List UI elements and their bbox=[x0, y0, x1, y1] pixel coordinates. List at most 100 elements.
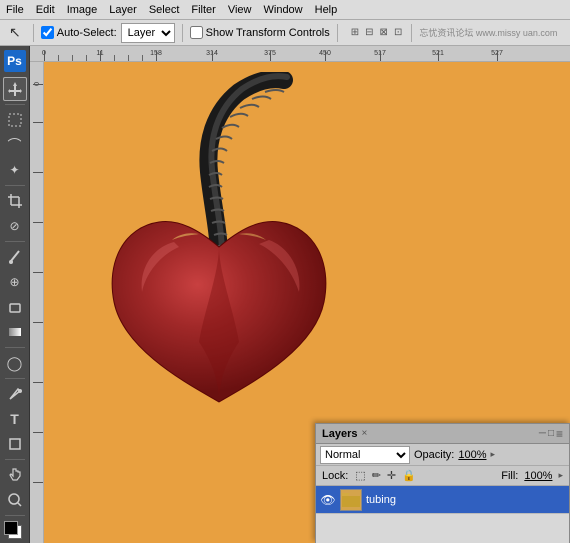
vtick-160 bbox=[33, 222, 43, 223]
dodge-icon: ◯ bbox=[7, 355, 23, 372]
htick-11 bbox=[100, 51, 101, 61]
layer-row-tubing[interactable]: 👁 tubing bbox=[316, 486, 569, 514]
htick-158 bbox=[156, 51, 157, 61]
blend-mode-select[interactable]: Normal Dissolve Darken Multiply bbox=[320, 446, 410, 464]
htick-0 bbox=[44, 51, 45, 61]
fill-value[interactable]: 100% bbox=[524, 470, 552, 482]
layer-eye-tubing[interactable]: 👁 bbox=[320, 492, 336, 508]
menu-image[interactable]: Image bbox=[61, 2, 104, 18]
auto-select-text: Auto-Select: bbox=[57, 27, 117, 39]
text-icon: T bbox=[10, 411, 19, 427]
vtick-60 bbox=[33, 122, 43, 123]
heart-shape bbox=[104, 192, 334, 422]
toolbar-divider-4 bbox=[411, 24, 412, 42]
menu-file[interactable]: File bbox=[0, 2, 30, 18]
vtick-0 bbox=[33, 84, 43, 85]
lock-icons: ⬚ ✏ ✛ 🔒 bbox=[354, 469, 417, 482]
eyedropper-tool[interactable]: ⊘ bbox=[3, 214, 27, 238]
menu-edit[interactable]: Edit bbox=[30, 2, 61, 18]
panel-collapse-icon[interactable]: ─ bbox=[539, 428, 546, 439]
toolbar-divider-3 bbox=[337, 24, 338, 42]
menu-bar: File Edit Image Layer Select Filter View… bbox=[0, 0, 570, 20]
canvas-area[interactable]: 0 11 158 314 375 450 517 521 527 bbox=[30, 46, 570, 543]
zoom-tool[interactable] bbox=[3, 488, 27, 512]
tool-sep-7 bbox=[5, 515, 25, 516]
move-tool-btn[interactable]: ↖ bbox=[4, 21, 26, 44]
shape-icon bbox=[7, 436, 23, 452]
layers-list: 👁 tubing bbox=[316, 486, 569, 543]
dodge-tool[interactable]: ◯ bbox=[3, 351, 27, 375]
htick-314 bbox=[212, 51, 213, 61]
eraser-tool[interactable] bbox=[3, 295, 27, 319]
menu-filter[interactable]: Filter bbox=[185, 2, 221, 18]
gradient-tool[interactable] bbox=[3, 320, 27, 344]
auto-select-checkbox[interactable] bbox=[41, 26, 54, 39]
canvas-content: Layers × ─ □ ≡ Normal Dissolve Darken bbox=[44, 62, 570, 543]
toolbar-divider-2 bbox=[182, 24, 183, 42]
toolbar-divider-1 bbox=[33, 24, 34, 42]
layers-lock-row: Lock: ⬚ ✏ ✛ 🔒 Fill: 100% ▸ bbox=[316, 466, 569, 486]
lock-label: Lock: bbox=[322, 470, 348, 482]
left-toolbar: Ps ⌒ ✦ ⊘ bbox=[0, 46, 30, 543]
crop-tool[interactable] bbox=[3, 189, 27, 213]
clone-stamp-tool[interactable]: ⊕ bbox=[3, 270, 27, 294]
menu-help[interactable]: Help bbox=[309, 2, 344, 18]
tool-sep-6 bbox=[5, 459, 25, 460]
menu-layer[interactable]: Layer bbox=[103, 2, 143, 18]
layers-panel-header: Layers × ─ □ ≡ bbox=[316, 424, 569, 444]
layers-panel-x[interactable]: × bbox=[361, 428, 367, 439]
eyedropper-icon: ⊘ bbox=[9, 219, 19, 233]
lock-image-btn[interactable]: ✏ bbox=[371, 469, 382, 482]
shape-tool[interactable] bbox=[3, 432, 27, 456]
menu-view[interactable]: View bbox=[222, 2, 258, 18]
tool-sep-2 bbox=[5, 185, 25, 186]
marquee-icon bbox=[7, 112, 23, 128]
pen-tool[interactable] bbox=[3, 382, 27, 406]
hand-icon bbox=[7, 467, 23, 483]
htick-375 bbox=[270, 51, 271, 61]
opacity-value[interactable]: 100% bbox=[458, 449, 486, 461]
eraser-icon bbox=[7, 299, 23, 315]
menu-select[interactable]: Select bbox=[143, 2, 186, 18]
opacity-arrow[interactable]: ▸ bbox=[491, 449, 496, 460]
transform-icon-4: ⊡ bbox=[392, 26, 404, 39]
gradient-icon bbox=[7, 324, 23, 340]
lasso-icon: ⌒ bbox=[8, 135, 22, 155]
show-transform-checkbox[interactable] bbox=[190, 26, 203, 39]
show-transform-text: Show Transform Controls bbox=[206, 27, 330, 39]
vtick-210 bbox=[33, 272, 43, 273]
magic-wand-tool[interactable]: ✦ bbox=[3, 158, 27, 182]
brush-icon bbox=[7, 249, 23, 265]
move-tool[interactable] bbox=[3, 77, 27, 101]
lock-transparent-btn[interactable]: ⬚ bbox=[354, 469, 366, 482]
panel-menu-icon[interactable]: ≡ bbox=[556, 427, 563, 441]
vtick-110 bbox=[33, 172, 43, 173]
htick-450 bbox=[325, 51, 326, 61]
color-selector[interactable] bbox=[4, 521, 26, 543]
pen-icon bbox=[7, 386, 23, 402]
vtick-320 bbox=[33, 382, 43, 383]
panel-header-icons: ─ □ ≡ bbox=[539, 427, 563, 441]
layer-select[interactable]: Layer bbox=[121, 23, 175, 43]
transform-icons: ⊞ ⊟ ⊠ ⊡ bbox=[349, 26, 405, 39]
panel-expand-icon[interactable]: □ bbox=[548, 428, 554, 439]
auto-select-label[interactable]: Auto-Select: bbox=[41, 26, 117, 39]
hand-tool[interactable] bbox=[3, 463, 27, 487]
text-tool[interactable]: T bbox=[3, 407, 27, 431]
brush-tool[interactable] bbox=[3, 245, 27, 269]
lock-all-btn[interactable]: 🔒 bbox=[401, 469, 417, 482]
watermark-text: 忘忧资讯论坛 www.missy uan.com bbox=[419, 26, 557, 39]
menu-window[interactable]: Window bbox=[258, 2, 309, 18]
show-transform-label[interactable]: Show Transform Controls bbox=[190, 26, 330, 39]
main-area: Ps ⌒ ✦ ⊘ bbox=[0, 46, 570, 543]
lasso-tool[interactable]: ⌒ bbox=[3, 133, 27, 157]
clone-stamp-icon: ⊕ bbox=[9, 275, 19, 289]
lock-position-btn[interactable]: ✛ bbox=[386, 469, 397, 482]
htick-517 bbox=[380, 51, 381, 61]
transform-icon-1: ⊞ bbox=[349, 26, 361, 39]
fill-arrow[interactable]: ▸ bbox=[558, 470, 563, 481]
layers-controls: Normal Dissolve Darken Multiply Opacity:… bbox=[316, 444, 569, 466]
marquee-tool[interactable] bbox=[3, 108, 27, 132]
vtick-420 bbox=[33, 482, 43, 483]
tool-sep-1 bbox=[5, 104, 25, 105]
